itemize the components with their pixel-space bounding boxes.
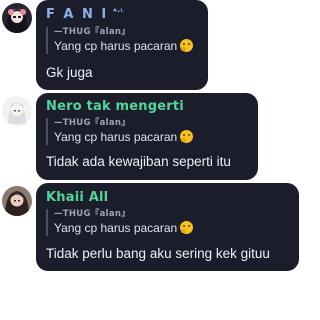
thinking-face-icon [180,130,194,143]
message-bubble[interactable]: Nero tak mengerti —THUG『alan』 Yang cp ha… [36,93,258,180]
reply-author: —THUG『alan』 [54,27,131,37]
message-bubble[interactable]: F A N I ᴬ·ᴸ —THUG『alan』 Yang cp harus pa… [36,0,208,90]
author-name[interactable]: Khaii All [46,190,108,205]
reply-quote[interactable]: —THUG『alan』 Yang cp harus pacaran [46,209,194,236]
message-text: Gk juga [46,65,93,80]
reply-quote[interactable]: —THUG『alan』 Yang cp harus pacaran [46,118,194,145]
thinking-face-icon [180,221,194,234]
message-bubble[interactable]: Khaii All —THUG『alan』 Yang cp harus paca… [36,183,299,271]
author-name[interactable]: Nero tak mengerti [46,99,184,114]
thinking-face-icon [180,39,194,52]
avatar[interactable] [2,186,32,216]
reply-text: Yang cp harus pacaran [54,39,178,53]
author-tag: ᴬ·ᴸ [112,7,124,16]
avatar[interactable] [2,96,32,126]
author-name[interactable]: F A N I [46,7,108,22]
reply-quote[interactable]: —THUG『alan』 Yang cp harus pacaran [46,27,194,54]
reply-text: Yang cp harus pacaran [54,130,178,144]
reply-author: —THUG『alan』 [54,209,131,219]
message-text: Tidak ada kewajiban seperti itu [46,154,231,169]
reply-author: —THUG『alan』 [54,118,131,128]
avatar[interactable] [2,3,32,33]
message-text: Tidak perlu bang aku sering kek gituu [46,246,270,261]
reply-text: Yang cp harus pacaran [54,221,178,235]
